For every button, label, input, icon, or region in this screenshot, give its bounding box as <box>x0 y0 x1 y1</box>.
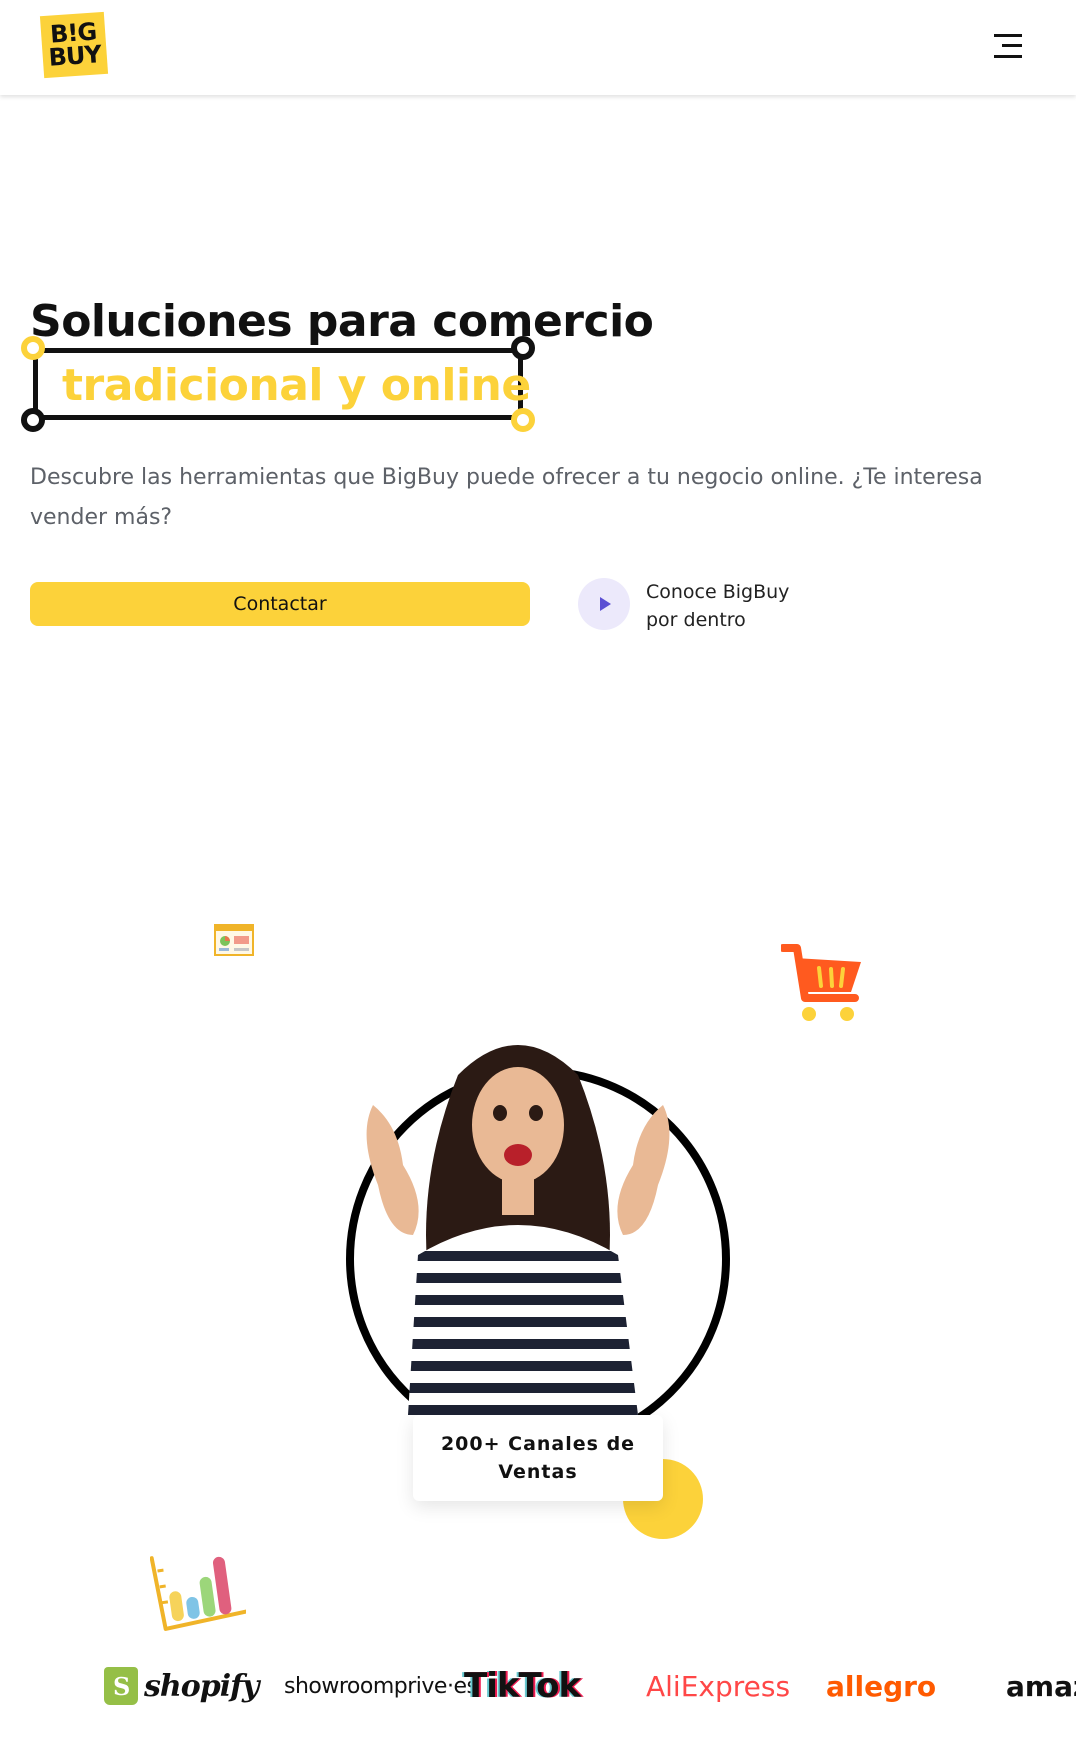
site-header: B!G BUY <box>0 0 1076 95</box>
frame-handle-bottom-left <box>21 408 45 432</box>
shopify-bag-icon <box>104 1667 138 1705</box>
brand-allegro[interactable]: allegro <box>826 1666 936 1706</box>
woman-photo <box>366 1045 670 1415</box>
shopping-cart-icon <box>781 944 861 1021</box>
bar-chart-icon <box>150 1556 246 1631</box>
bigbuy-logo[interactable]: B!G BUY <box>39 11 109 79</box>
brand-shopify[interactable]: shopify <box>104 1666 259 1706</box>
browser-window-icon <box>214 924 254 956</box>
brand-amazon[interactable]: amazo <box>1006 1666 1076 1706</box>
play-icon[interactable] <box>578 578 630 630</box>
frame-handle-top-left <box>21 336 45 360</box>
video-link-line-2: por dentro <box>646 609 746 631</box>
brand-tiktok[interactable]: TikTok <box>464 1666 581 1706</box>
logo-line-2: BUY <box>47 40 102 72</box>
brand-aliexpress[interactable]: AliExpress <box>646 1666 790 1706</box>
video-link-line-1: Conoce BigBuy <box>646 581 790 603</box>
hero-title-line-2: tradicional y online <box>62 360 531 411</box>
frame-handle-top-right <box>511 336 535 360</box>
video-link[interactable]: Conoce BigBuy por dentro <box>646 578 789 634</box>
contact-button[interactable]: Contactar <box>30 582 530 626</box>
sales-channels-badge: 200+ Canales de Ventas <box>413 1415 663 1501</box>
hero-description: Descubre las herramientas que BigBuy pue… <box>30 465 983 530</box>
hero-title-line-1: Soluciones para comercio <box>30 296 654 347</box>
hamburger-menu-icon[interactable] <box>994 34 1022 58</box>
brand-shopify-label: shopify <box>144 1668 259 1704</box>
sales-channels-text: 200+ Canales de Ventas <box>440 1433 636 1483</box>
brand-showroomprive[interactable]: showroomprive·es <box>284 1666 478 1706</box>
frame-handle-bottom-right <box>511 408 535 432</box>
